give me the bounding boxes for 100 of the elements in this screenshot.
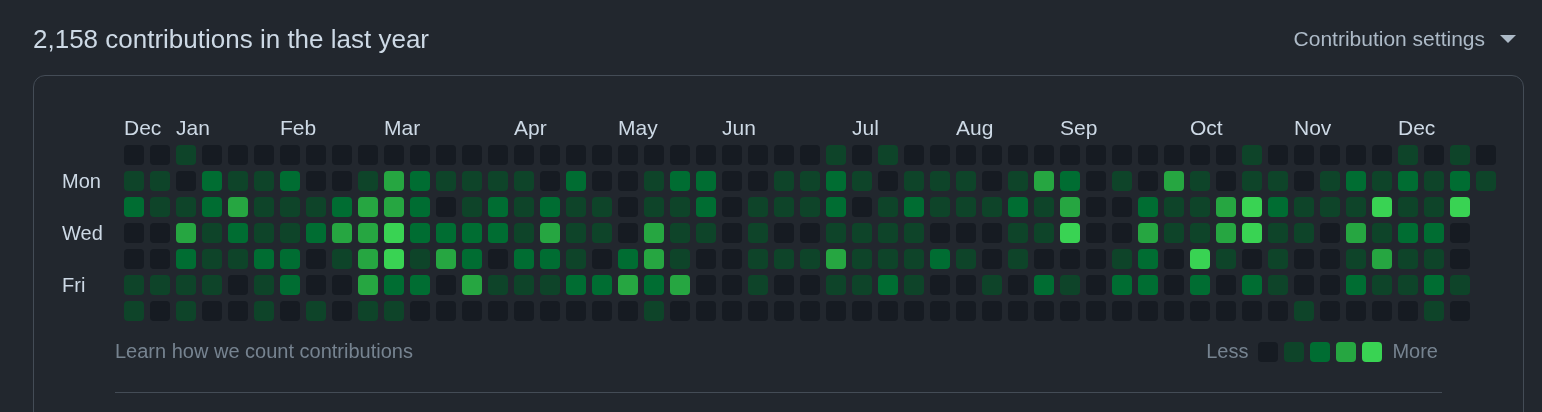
learn-contributions-link[interactable]: Learn how we count contributions (115, 340, 413, 363)
contribution-day-square[interactable] (1138, 197, 1158, 217)
contribution-day-square[interactable] (332, 223, 352, 243)
weekday-label: Mon (62, 171, 101, 191)
contribution-day-square[interactable] (566, 171, 586, 191)
contribution-day-square[interactable] (1190, 275, 1210, 295)
contribution-day-square[interactable] (1060, 171, 1080, 191)
month-label: Jul (852, 117, 879, 139)
contribution-day-square[interactable] (280, 171, 300, 191)
contribution-day-square[interactable] (384, 223, 404, 243)
contribution-settings-dropdown[interactable]: Contribution settings (1293, 27, 1517, 51)
contribution-day-square[interactable] (618, 275, 638, 295)
contribution-day-square[interactable] (436, 223, 456, 243)
contribution-day-square[interactable] (618, 249, 638, 269)
contribution-day-square[interactable] (1164, 171, 1184, 191)
contribution-day-square[interactable] (930, 249, 950, 269)
contribution-day-square[interactable] (202, 197, 222, 217)
contribution-day-square[interactable] (1138, 223, 1158, 243)
contribution-day-square[interactable] (1216, 223, 1236, 243)
contribution-day-square[interactable] (1060, 197, 1080, 217)
contributions-heading: 2,158 contributions in the last year (33, 23, 430, 55)
month-label: Aug (956, 117, 994, 139)
contribution-day-square[interactable] (566, 275, 586, 295)
contribution-day-square[interactable] (228, 223, 248, 243)
contribution-day-square[interactable] (592, 275, 612, 295)
contribution-day-square[interactable] (644, 249, 664, 269)
contribution-day-square[interactable] (436, 249, 456, 269)
contribution-day-square[interactable] (1424, 223, 1444, 243)
contribution-day-square[interactable] (202, 171, 222, 191)
contribution-day-square[interactable] (1060, 223, 1080, 243)
contribution-day-square[interactable] (826, 171, 846, 191)
contribution-day-square[interactable] (384, 171, 404, 191)
contribution-day-square[interactable] (358, 275, 378, 295)
contribution-day-square[interactable] (1190, 249, 1210, 269)
contribution-day-square[interactable] (1450, 197, 1470, 217)
contribution-day-square[interactable] (358, 197, 378, 217)
contribution-day-square[interactable] (462, 223, 482, 243)
contribution-day-square[interactable] (358, 249, 378, 269)
contribution-day-square[interactable] (228, 197, 248, 217)
contribution-day-square[interactable] (462, 275, 482, 295)
contribution-day-square[interactable] (1242, 197, 1262, 217)
contribution-day-square[interactable] (514, 249, 534, 269)
contribution-day-square[interactable] (332, 197, 352, 217)
contribution-day-square[interactable] (176, 223, 196, 243)
contribution-day-square[interactable] (384, 249, 404, 269)
contribution-day-square[interactable] (1034, 171, 1054, 191)
contribution-day-square[interactable] (306, 223, 326, 243)
contribution-day-square[interactable] (1450, 171, 1470, 191)
contribution-day-square[interactable] (462, 249, 482, 269)
month-label: Jun (722, 117, 756, 139)
contribution-day-square[interactable] (1008, 197, 1028, 217)
contribution-day-square[interactable] (1372, 197, 1392, 217)
contribution-day-square[interactable] (1034, 275, 1054, 295)
contribution-day-square[interactable] (1216, 197, 1236, 217)
caret-icon (1499, 34, 1517, 44)
contribution-day-square[interactable] (280, 249, 300, 269)
contribution-day-square[interactable] (410, 275, 430, 295)
contribution-day-square[interactable] (1138, 275, 1158, 295)
contribution-day-square[interactable] (176, 249, 196, 269)
month-label: Jan (176, 117, 210, 139)
contribution-day-square[interactable] (878, 275, 898, 295)
contribution-day-square[interactable] (410, 171, 430, 191)
contribution-day-square[interactable] (280, 275, 300, 295)
contribution-day-square[interactable] (488, 223, 508, 243)
contribution-day-square[interactable] (1398, 171, 1418, 191)
contribution-day-square[interactable] (696, 197, 716, 217)
contribution-day-square[interactable] (1138, 249, 1158, 269)
contribution-day-square[interactable] (904, 197, 924, 217)
contribution-day-square[interactable] (540, 223, 560, 243)
contribution-day-square[interactable] (1346, 275, 1366, 295)
contribution-day-square[interactable] (1346, 223, 1366, 243)
contribution-day-square[interactable] (410, 197, 430, 217)
contribution-day-square[interactable] (1372, 249, 1392, 269)
contribution-day-square[interactable] (1398, 223, 1418, 243)
contribution-day-square[interactable] (410, 223, 430, 243)
contribution-day-square[interactable] (670, 171, 690, 191)
contribution-day-square[interactable] (384, 275, 404, 295)
month-label: Mar (384, 117, 421, 139)
contribution-day-square[interactable] (1242, 275, 1262, 295)
contribution-day-square[interactable] (358, 223, 378, 243)
contribution-day-square[interactable] (384, 197, 404, 217)
contribution-day-square[interactable] (488, 197, 508, 217)
contribution-day-square[interactable] (1268, 197, 1288, 217)
contribution-day-square[interactable] (1346, 171, 1366, 191)
contribution-day-square[interactable] (1424, 275, 1444, 295)
contribution-day-square[interactable] (254, 249, 274, 269)
contribution-day-square[interactable] (1112, 275, 1132, 295)
contribution-day-square[interactable] (670, 275, 690, 295)
contribution-day-square[interactable] (540, 197, 560, 217)
month-label: Sep (1060, 117, 1098, 139)
contribution-day-square[interactable] (826, 197, 846, 217)
contribution-day-square[interactable] (826, 249, 846, 269)
month-label: Dec (124, 117, 162, 139)
contribution-day-square[interactable] (644, 275, 664, 295)
contribution-day-square[interactable] (644, 223, 664, 243)
contribution-day-square[interactable] (540, 249, 560, 269)
contribution-day-square[interactable] (696, 171, 716, 191)
month-label: Feb (280, 117, 317, 139)
contribution-day-square[interactable] (124, 197, 144, 217)
contribution-day-square[interactable] (1242, 223, 1262, 243)
